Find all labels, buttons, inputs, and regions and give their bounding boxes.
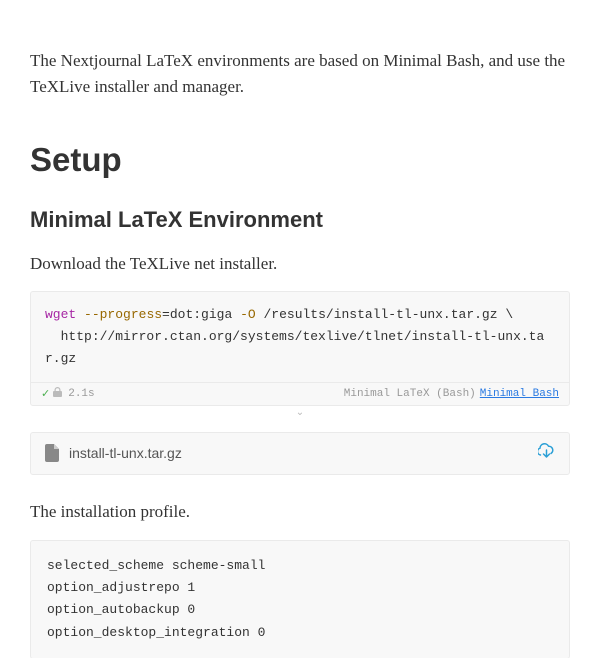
heading-setup: Setup <box>30 141 570 179</box>
environment-link[interactable]: Minimal Bash <box>480 388 559 400</box>
execution-time: 2.1s <box>68 388 94 400</box>
paragraph-download: Download the TeXLive net installer. <box>30 251 570 277</box>
heading-minimal-latex: Minimal LaTeX Environment <box>30 207 570 233</box>
code-footer: ✓ 2.1s Minimal LaTeX (Bash) Minimal Bash <box>31 382 569 405</box>
code-content: wget --progress=dot:giga -O /results/ins… <box>31 292 569 382</box>
token-path: /results/install-tl-unx.tar.gz \ <box>256 307 513 322</box>
check-icon: ✓ <box>41 387 50 401</box>
code-cell-wget[interactable]: wget --progress=dot:giga -O /results/ins… <box>30 291 570 406</box>
file-icon <box>45 444 59 462</box>
expand-chevron[interactable]: ⌄ <box>30 406 570 420</box>
code-cell-profile[interactable]: selected_scheme scheme-small option_adju… <box>30 540 570 658</box>
token-url: http://mirror.ctan.org/systems/texlive/t… <box>45 329 544 366</box>
chevron-down-icon: ⌄ <box>296 407 304 418</box>
file-result-row[interactable]: install-tl-unx.tar.gz <box>30 432 570 475</box>
environment-label: Minimal LaTeX (Bash) <box>344 388 476 400</box>
token-command: wget <box>45 307 76 322</box>
file-name: install-tl-unx.tar.gz <box>69 445 182 461</box>
paragraph-profile: The installation profile. <box>30 499 570 525</box>
token-value: =dot:giga <box>162 307 232 322</box>
download-icon[interactable] <box>538 443 555 464</box>
token-flag: --progress <box>84 307 162 322</box>
token-flag: -O <box>240 307 256 322</box>
lock-icon <box>53 387 62 401</box>
intro-paragraph: The Nextjournal LaTeX environments are b… <box>30 48 570 99</box>
